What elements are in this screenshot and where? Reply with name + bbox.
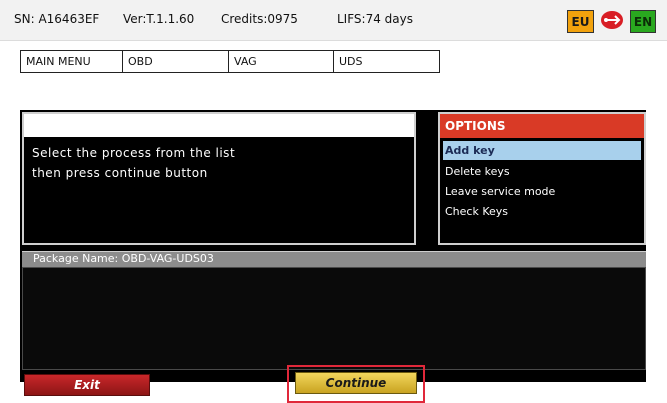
breadcrumb: MAIN MENU OBD VAG UDS: [20, 50, 440, 73]
credits: Credits:0975: [221, 12, 298, 26]
option-check-keys[interactable]: Check Keys: [443, 202, 641, 221]
usb-icon: [600, 10, 624, 30]
breadcrumb-main-menu[interactable]: MAIN MENU: [21, 51, 123, 72]
options-title: OPTIONS: [440, 114, 644, 138]
instruction-line-1: Select the process from the list: [32, 146, 236, 160]
options-panel: OPTIONS Add key Delete keys Leave servic…: [438, 112, 646, 245]
breadcrumb-obd[interactable]: OBD: [123, 51, 229, 72]
package-name: Package Name: OBD-VAG-UDS03: [33, 252, 214, 265]
instruction-line-2: then press continue button: [32, 166, 208, 180]
serial-number: SN: A16463EF: [14, 12, 100, 26]
lifs-days: LIFS:74 days: [337, 12, 413, 26]
option-add-key[interactable]: Add key: [443, 141, 641, 160]
version: Ver:T.1.1.60: [123, 12, 195, 26]
breadcrumb-uds[interactable]: UDS: [334, 51, 439, 72]
breadcrumb-vag[interactable]: VAG: [229, 51, 334, 72]
language-badge[interactable]: EN: [630, 10, 656, 33]
package-info-area: [22, 267, 646, 370]
instructions-header-strip: [24, 114, 414, 137]
region-badge[interactable]: EU: [567, 10, 594, 33]
continue-button[interactable]: Continue: [295, 372, 417, 394]
option-leave-service-mode[interactable]: Leave service mode: [443, 182, 641, 201]
exit-button[interactable]: Exit: [24, 374, 150, 396]
option-delete-keys[interactable]: Delete keys: [443, 162, 641, 181]
status-bar: SN: A16463EF Ver:T.1.1.60 Credits:0975 L…: [0, 0, 667, 41]
